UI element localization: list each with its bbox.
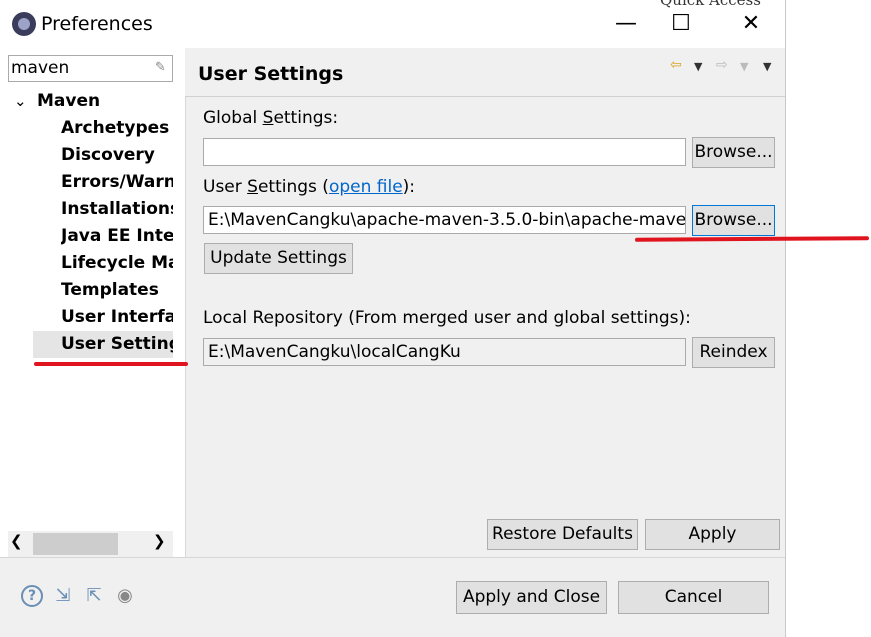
back-menu-chevron-icon[interactable]: ▼ [694,60,702,73]
global-settings-field[interactable] [203,138,686,166]
tree-item-java-ee-integration[interactable]: Java EE Integration [61,226,173,246]
tree-item-installations[interactable]: Installations [61,199,173,219]
tree-item-maven[interactable]: Maven [37,91,100,111]
restore-defaults-button[interactable]: Restore Defaults [487,519,638,550]
tree-item-archetypes[interactable]: Archetypes [61,118,173,138]
minimize-button[interactable]: — [606,8,646,40]
tree-item-lifecycle-mappings[interactable]: Lifecycle Mappings [61,253,173,273]
close-button[interactable]: ✕ [731,8,771,40]
apply-button[interactable]: Apply [645,519,780,550]
forward-arrow-icon[interactable]: ⇨ [716,57,728,73]
expand-arrow-icon[interactable]: ⌄ [14,92,27,110]
global-browse-button[interactable]: Browse... [692,137,775,168]
annotation-underline-browse [634,236,870,242]
open-file-link[interactable]: open file [329,177,403,197]
scroll-right-icon[interactable]: ❯ [153,532,166,550]
view-menu-chevron-icon[interactable]: ▼ [763,60,771,73]
help-icon[interactable]: ? [21,585,43,607]
forward-menu-chevron-icon[interactable]: ▼ [740,60,748,73]
record-icon[interactable]: ◉ [114,585,136,607]
page-title: User Settings [198,63,344,85]
apply-and-close-button[interactable]: Apply and Close [456,581,607,614]
global-settings-label: Global Settings: [203,108,339,128]
user-settings-field[interactable]: E:\MavenCangku\apache-maven-3.5.0-bin\ap… [203,206,686,234]
maximize-button[interactable]: ☐ [661,8,701,40]
back-arrow-icon[interactable]: ⇦ [670,57,682,73]
tree-item-errors-warnings[interactable]: Errors/Warnings [61,172,173,192]
tree-item-templates[interactable]: Templates [61,280,173,300]
tree-item-discovery[interactable]: Discovery [61,145,173,165]
reindex-button[interactable]: Reindex [692,337,775,368]
local-repository-label: Local Repository (From merged user and g… [203,308,691,328]
scrollbar-thumb[interactable] [33,533,118,555]
annotation-underline-user-settings [34,362,188,366]
user-settings-label: User Settings (open file): [203,177,416,197]
import-icon[interactable]: ⇲ [52,585,74,607]
update-settings-button[interactable]: Update Settings [204,243,353,274]
local-repository-field[interactable]: E:\MavenCangku\localCangKu [203,338,686,366]
scroll-left-icon[interactable]: ❮ [10,532,23,550]
user-browse-button[interactable]: Browse... [692,205,775,236]
filter-input-value: maven [11,58,70,78]
export-icon[interactable]: ⇱ [83,585,105,607]
window-title: Preferences [41,13,153,35]
cancel-button[interactable]: Cancel [618,581,769,614]
eclipse-app-icon [12,12,36,36]
tree-item-user-interface[interactable]: User Interface [61,307,173,327]
clear-filter-icon[interactable]: ✎ [155,60,166,75]
footer-separator [0,557,785,558]
tree-item-user-settings[interactable]: User Settings [61,334,173,354]
